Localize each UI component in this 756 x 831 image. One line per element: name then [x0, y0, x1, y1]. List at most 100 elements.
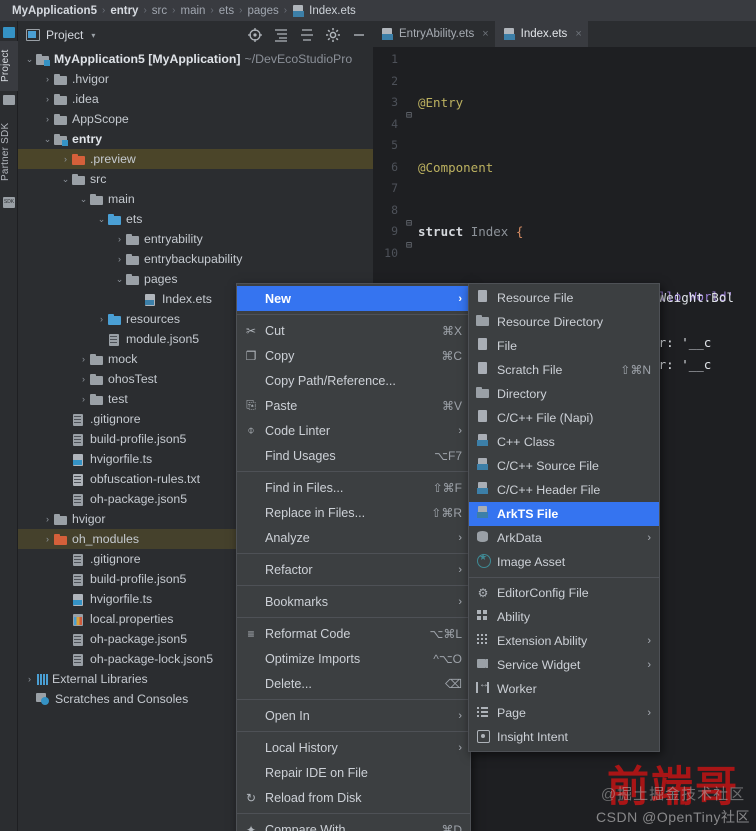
breadcrumb-item-main[interactable]: main	[176, 5, 209, 17]
tree-row[interactable]: › .hvigor	[18, 69, 373, 89]
project-view-icon	[26, 29, 40, 41]
menu-item-label: Image Asset	[497, 555, 566, 569]
chevron-right-icon[interactable]: ›	[114, 254, 125, 264]
tree-row[interactable]: › .idea	[18, 89, 373, 109]
tree-row[interactable]: › AppScope	[18, 109, 373, 129]
breadcrumb-item-src[interactable]: src	[148, 5, 171, 17]
menu-item-c-c-header-file[interactable]: C/C++ Header File	[469, 478, 659, 502]
breadcrumb-item-ets[interactable]: ets	[215, 5, 238, 17]
close-icon[interactable]: ×	[575, 28, 581, 40]
context-menu[interactable]: New › ✂ Cut ⌘X ❐ Copy ⌘C Copy Path/Reference... ⎘…	[236, 283, 471, 831]
menu-item-c-c-file-napi[interactable]: C/C++ File (Napi)	[469, 406, 659, 430]
breadcrumb-item-entry[interactable]: entry	[106, 5, 142, 17]
tree-row-path: ~/DevEcoStudioPro	[244, 52, 353, 66]
menu-item-find-usages[interactable]: Find Usages ⌥F7	[237, 443, 470, 468]
menu-item-c-c-source-file[interactable]: C/C++ Source File	[469, 454, 659, 478]
chevron-right-icon[interactable]: ›	[78, 394, 89, 404]
menu-item-file[interactable]: File	[469, 334, 659, 358]
menu-item-c-class[interactable]: C++ Class	[469, 430, 659, 454]
chevron-right-icon[interactable]: ›	[42, 114, 53, 124]
fold-marker-icon[interactable]: ⊟	[406, 105, 412, 127]
tree-row-label: src	[90, 172, 107, 186]
menu-item-find-in-files[interactable]: Find in Files... ⇧⌘F	[237, 475, 470, 500]
chevron-down-icon[interactable]: ⌄	[42, 134, 53, 145]
menu-item-directory[interactable]: Directory	[469, 382, 659, 406]
chevron-down-icon[interactable]: ⌄	[78, 194, 89, 205]
menu-item-refactor[interactable]: Refactor ›	[237, 557, 470, 582]
chevron-right-icon[interactable]: ›	[78, 354, 89, 364]
chevron-right-icon[interactable]: ›	[42, 74, 53, 84]
menu-item-ability[interactable]: Ability	[469, 605, 659, 629]
menu-item-extension-ability[interactable]: Extension Ability ›	[469, 629, 659, 653]
menu-item-insight-intent[interactable]: Insight Intent	[469, 725, 659, 749]
chevron-right-icon[interactable]: ›	[78, 374, 89, 384]
chevron-right-icon[interactable]: ›	[42, 514, 53, 524]
chevron-right-icon[interactable]: ›	[60, 154, 71, 164]
menu-item-resource-directory[interactable]: Resource Directory	[469, 310, 659, 334]
tree-row[interactable]: ⌄ entry	[18, 129, 373, 149]
menu-item-delete[interactable]: Delete... ⌫	[237, 671, 470, 696]
project-panel-toolbar	[247, 21, 367, 49]
chevron-down-icon[interactable]: ⌄	[24, 54, 35, 65]
hide-panel-icon[interactable]	[351, 27, 367, 43]
chevron-down-icon[interactable]: ▾	[91, 31, 95, 40]
chevron-right-icon[interactable]: ›	[114, 234, 125, 244]
menu-item-page[interactable]: Page ›	[469, 701, 659, 725]
breadcrumb-item-myapplication5[interactable]: MyApplication5	[8, 5, 101, 17]
menu-item-scratch-file[interactable]: Scratch File ⇧⌘N	[469, 358, 659, 382]
editor-tab-entryability-ets[interactable]: EntryAbility.ets ×	[373, 21, 495, 47]
fold-marker-icon[interactable]: ⊟	[406, 213, 412, 235]
menu-item-repair-ide-on-file[interactable]: Repair IDE on File	[237, 760, 470, 785]
breadcrumb-item-index-ets[interactable]: Index.ets	[288, 4, 360, 17]
menu-item-arkdata[interactable]: ArkData ›	[469, 526, 659, 550]
menu-item-reformat-code[interactable]: ≡ Reformat Code ⌥⌘L	[237, 621, 470, 646]
tree-row[interactable]: ⌄ main	[18, 189, 373, 209]
menu-item-local-history[interactable]: Local History ›	[237, 735, 470, 760]
settings-gear-icon[interactable]	[325, 27, 341, 43]
menu-item-image-asset[interactable]: Image Asset	[469, 550, 659, 574]
chevron-down-icon[interactable]: ⌄	[96, 214, 107, 225]
tree-row[interactable]: ⌄ ets	[18, 209, 373, 229]
chevron-right-icon[interactable]: ›	[24, 674, 35, 684]
tree-row[interactable]: › entryability	[18, 229, 373, 249]
tree-row[interactable]: ⌄ src	[18, 169, 373, 189]
menu-item-new[interactable]: New ›	[237, 286, 470, 311]
new-submenu[interactable]: Resource File Resource Directory File Scrat…	[468, 283, 660, 752]
collapse-all-icon[interactable]	[299, 27, 315, 43]
folder-orange-icon	[71, 153, 86, 166]
menu-item-replace-in-files[interactable]: Replace in Files... ⇧⌘R	[237, 500, 470, 525]
menu-item-open-in[interactable]: Open In ›	[237, 703, 470, 728]
menu-item-optimize-imports[interactable]: Optimize Imports ^⌥O	[237, 646, 470, 671]
menu-item-editorconfig-file[interactable]: ⚙ EditorConfig File	[469, 581, 659, 605]
menu-item-worker[interactable]: Worker	[469, 677, 659, 701]
chevron-right-icon[interactable]: ›	[42, 94, 53, 104]
menu-item-copy-path-reference[interactable]: Copy Path/Reference...	[237, 368, 470, 393]
menu-item-compare-with[interactable]: ✦ Compare With... ⌘D	[237, 817, 470, 831]
menu-item-analyze[interactable]: Analyze ›	[237, 525, 470, 550]
fold-marker-icon[interactable]: ⊟	[406, 235, 412, 257]
menu-item-cut[interactable]: ✂ Cut ⌘X	[237, 318, 470, 343]
tree-row[interactable]: › .preview	[18, 149, 373, 169]
menu-item-arkts-file[interactable]: ArkTS File	[469, 502, 659, 526]
tree-row[interactable]: ⌄ MyApplication5 [MyApplication] ~/DevEcoS…	[18, 49, 373, 69]
menu-item-copy[interactable]: ❐ Copy ⌘C	[237, 343, 470, 368]
close-icon[interactable]: ×	[482, 28, 488, 40]
chevron-down-icon[interactable]: ⌄	[60, 174, 71, 185]
editor-tab-index-ets[interactable]: Index.ets ×	[494, 21, 588, 47]
menu-item-resource-file[interactable]: Resource File	[469, 286, 659, 310]
chevron-right-icon[interactable]: ›	[42, 534, 53, 544]
tree-row[interactable]: › entrybackupability	[18, 249, 373, 269]
sidebar-item-partner-sdk[interactable]: Partner SDK	[0, 113, 18, 191]
chevron-down-icon[interactable]: ⌄	[114, 274, 125, 285]
worker-icon	[475, 679, 491, 697]
menu-item-bookmarks[interactable]: Bookmarks ›	[237, 589, 470, 614]
chevron-right-icon[interactable]: ›	[96, 314, 107, 324]
menu-item-paste[interactable]: ⎘ Paste ⌘V	[237, 393, 470, 418]
sidebar-item-project[interactable]: Project	[0, 41, 18, 91]
locate-in-tree-icon[interactable]	[247, 27, 263, 43]
menu-item-reload-from-disk[interactable]: ↻ Reload from Disk	[237, 785, 470, 810]
menu-item-code-linter[interactable]: ⌽ Code Linter ›	[237, 418, 470, 443]
breadcrumb-item-pages[interactable]: pages	[243, 5, 282, 17]
menu-item-service-widget[interactable]: Service Widget ›	[469, 653, 659, 677]
expand-all-icon[interactable]	[273, 27, 289, 43]
